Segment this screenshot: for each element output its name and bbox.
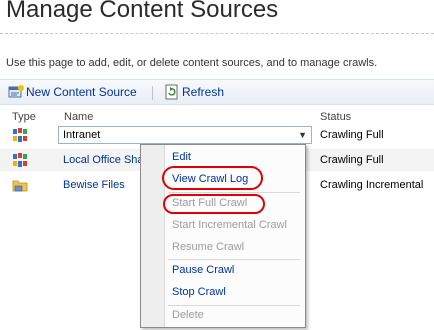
page-title: Manage Content Sources: [6, 0, 279, 23]
content-source-context-menu: Edit View Crawl Log Start Full Crawl Sta…: [140, 144, 306, 328]
row-status: Crawling Full: [320, 129, 384, 141]
menu-separator: [168, 305, 300, 306]
menu-item-resume-crawl: Resume Crawl: [172, 241, 245, 253]
menu-item-delete: Delete: [172, 309, 204, 321]
name-dropdown-intranet[interactable]: Intranet ▼: [58, 126, 312, 144]
sharepoint-sites-icon: [13, 153, 27, 167]
menu-item-edit[interactable]: Edit: [172, 151, 191, 163]
new-content-source-label: New Content Source: [26, 85, 137, 99]
new-item-icon: [8, 85, 24, 98]
row-status: Crawling Incremental: [320, 179, 424, 191]
row-name: Intranet: [63, 129, 101, 141]
menu-separator: [168, 192, 300, 193]
menu-item-pause-crawl[interactable]: Pause Crawl: [172, 264, 234, 276]
refresh-button[interactable]: Refresh: [164, 84, 234, 100]
toolbar: New Content Source Refresh: [0, 79, 434, 105]
chevron-down-icon[interactable]: ▼: [298, 130, 307, 140]
column-header-type[interactable]: Type: [12, 111, 36, 123]
menu-separator: [168, 259, 300, 260]
menu-item-stop-crawl[interactable]: Stop Crawl: [172, 286, 226, 298]
new-content-source-button[interactable]: New Content Source: [8, 84, 148, 100]
menu-item-start-full-crawl: Start Full Crawl: [172, 197, 248, 209]
table-row: Intranet ▼ Crawling Full: [0, 124, 434, 146]
sharepoint-sites-icon: [13, 128, 27, 142]
menu-icon-gutter: [141, 145, 165, 327]
menu-item-start-incremental-crawl: Start Incremental Crawl: [172, 219, 287, 231]
row-name-link[interactable]: Local Office Sha: [63, 154, 144, 166]
file-share-folder-icon: [12, 180, 28, 192]
toolbar-separator: [152, 86, 153, 100]
row-status: Crawling Full: [320, 154, 384, 166]
title-divider: [0, 33, 434, 34]
menu-item-view-crawl-log[interactable]: View Crawl Log: [172, 173, 248, 185]
manage-content-sources-page: Manage Content Sources Use this page to …: [0, 0, 434, 330]
page-description: Use this page to add, edit, or delete co…: [6, 57, 378, 69]
refresh-icon: [165, 84, 178, 100]
column-header-status[interactable]: Status: [320, 111, 351, 123]
row-name-link[interactable]: Bewise Files: [63, 179, 125, 191]
refresh-label: Refresh: [182, 85, 225, 99]
column-header-name[interactable]: Name: [64, 111, 93, 123]
